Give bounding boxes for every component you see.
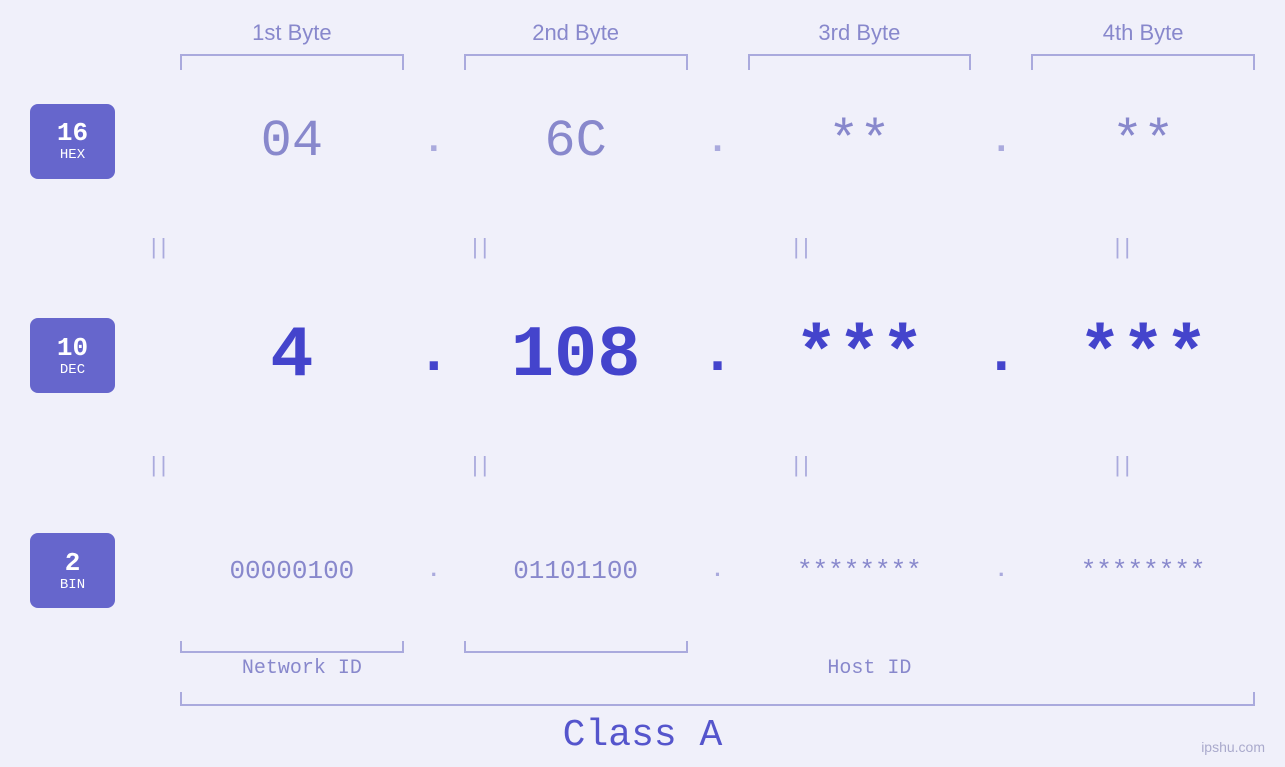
hex-row: 16 HEX 04 . 6C . ** (20, 104, 1265, 179)
bracket-byte2 (464, 54, 688, 72)
bin-dot3: . (981, 558, 1021, 583)
bin-row: 2 BIN 00000100 . 01101100 . ******** (20, 533, 1265, 608)
dec-dot1: . (414, 323, 454, 388)
dec-badge: 10 DEC (30, 318, 115, 393)
host-id-label: Host ID (474, 657, 1265, 680)
dec-dot2: . (698, 323, 738, 388)
data-section: 16 HEX 04 . 6C . ** (20, 77, 1265, 635)
eq4: || (984, 234, 1265, 260)
byte2-header: 2nd Byte (454, 20, 698, 54)
hex-badge-label: HEX (60, 147, 85, 163)
bin-values: 00000100 . 01101100 . ******** . (170, 556, 1265, 586)
dec-row: 10 DEC 4 . 108 . *** (20, 315, 1265, 397)
eq1: || (20, 234, 301, 260)
bin-dot2: . (698, 558, 738, 583)
eq3: || (663, 234, 944, 260)
hex-values: 04 . 6C . ** . ** (170, 112, 1265, 171)
hex-dot1: . (414, 120, 454, 163)
bin-dot1: . (414, 558, 454, 583)
hex-badge: 16 HEX (30, 104, 115, 179)
byte-headers: 1st Byte 2nd Byte 3rd Byte 4th Byte (170, 20, 1265, 54)
class-label: Class A (20, 714, 1265, 757)
equals-row-1: || || || || (20, 234, 1265, 260)
hex-dot2: . (698, 120, 738, 163)
watermark: ipshu.com (1201, 739, 1265, 755)
bin-badge-col: 2 BIN (20, 533, 170, 608)
dec-byte4: *** (1021, 315, 1265, 397)
net-bracket (180, 637, 404, 653)
byte1-header: 1st Byte (170, 20, 414, 54)
dec-values: 4 . 108 . *** . *** (170, 315, 1265, 397)
bracket-byte3 (748, 54, 972, 72)
byte3-header: 3rd Byte (738, 20, 982, 54)
hex-badge-number: 16 (57, 119, 88, 148)
dec-byte3: *** (738, 315, 982, 397)
bin-badge-number: 2 (65, 549, 81, 578)
dec-badge-col: 10 DEC (20, 318, 170, 393)
byte2-sub-bracket (464, 637, 688, 653)
hex-byte2: 6C (454, 112, 698, 171)
hex-byte1: 04 (170, 112, 414, 171)
bin-badge-label: BIN (60, 577, 85, 593)
eq2: || (341, 234, 622, 260)
full-bottom-bracket (170, 688, 1265, 706)
dec-byte2: 108 (454, 315, 698, 397)
host-id-text: Host ID (807, 657, 931, 680)
eq7: || (663, 452, 944, 478)
hex-byte3: ** (738, 112, 982, 171)
eq8: || (984, 452, 1265, 478)
bottom-brackets-row (170, 637, 1265, 653)
byte4-header: 4th Byte (1021, 20, 1265, 54)
bin-byte2: 01101100 (454, 556, 698, 586)
bin-byte3: ******** (738, 556, 982, 586)
dec-badge-label: DEC (60, 362, 85, 378)
hex-byte4: ** (1021, 112, 1265, 171)
eq5: || (20, 452, 301, 478)
bracket-byte1 (180, 54, 404, 72)
bin-byte4: ******** (1021, 556, 1265, 586)
bin-badge: 2 BIN (30, 533, 115, 608)
hex-dot3: . (981, 120, 1021, 163)
top-brackets (170, 54, 1265, 72)
main-container: 1st Byte 2nd Byte 3rd Byte 4th Byte 16 H… (0, 0, 1285, 767)
network-id-label: Network ID (170, 657, 434, 680)
bracket-byte4 (1031, 54, 1255, 72)
eq6: || (341, 452, 622, 478)
dec-badge-number: 10 (57, 334, 88, 363)
id-labels-row: Network ID Host ID (170, 657, 1265, 680)
byte3-placeholder (748, 637, 972, 653)
dec-byte1: 4 (170, 315, 414, 397)
dec-dot3: . (981, 323, 1021, 388)
byte4-placeholder (1031, 637, 1255, 653)
hex-badge-col: 16 HEX (20, 104, 170, 179)
bin-byte1: 00000100 (170, 556, 414, 586)
equals-row-2: || || || || (20, 452, 1265, 478)
